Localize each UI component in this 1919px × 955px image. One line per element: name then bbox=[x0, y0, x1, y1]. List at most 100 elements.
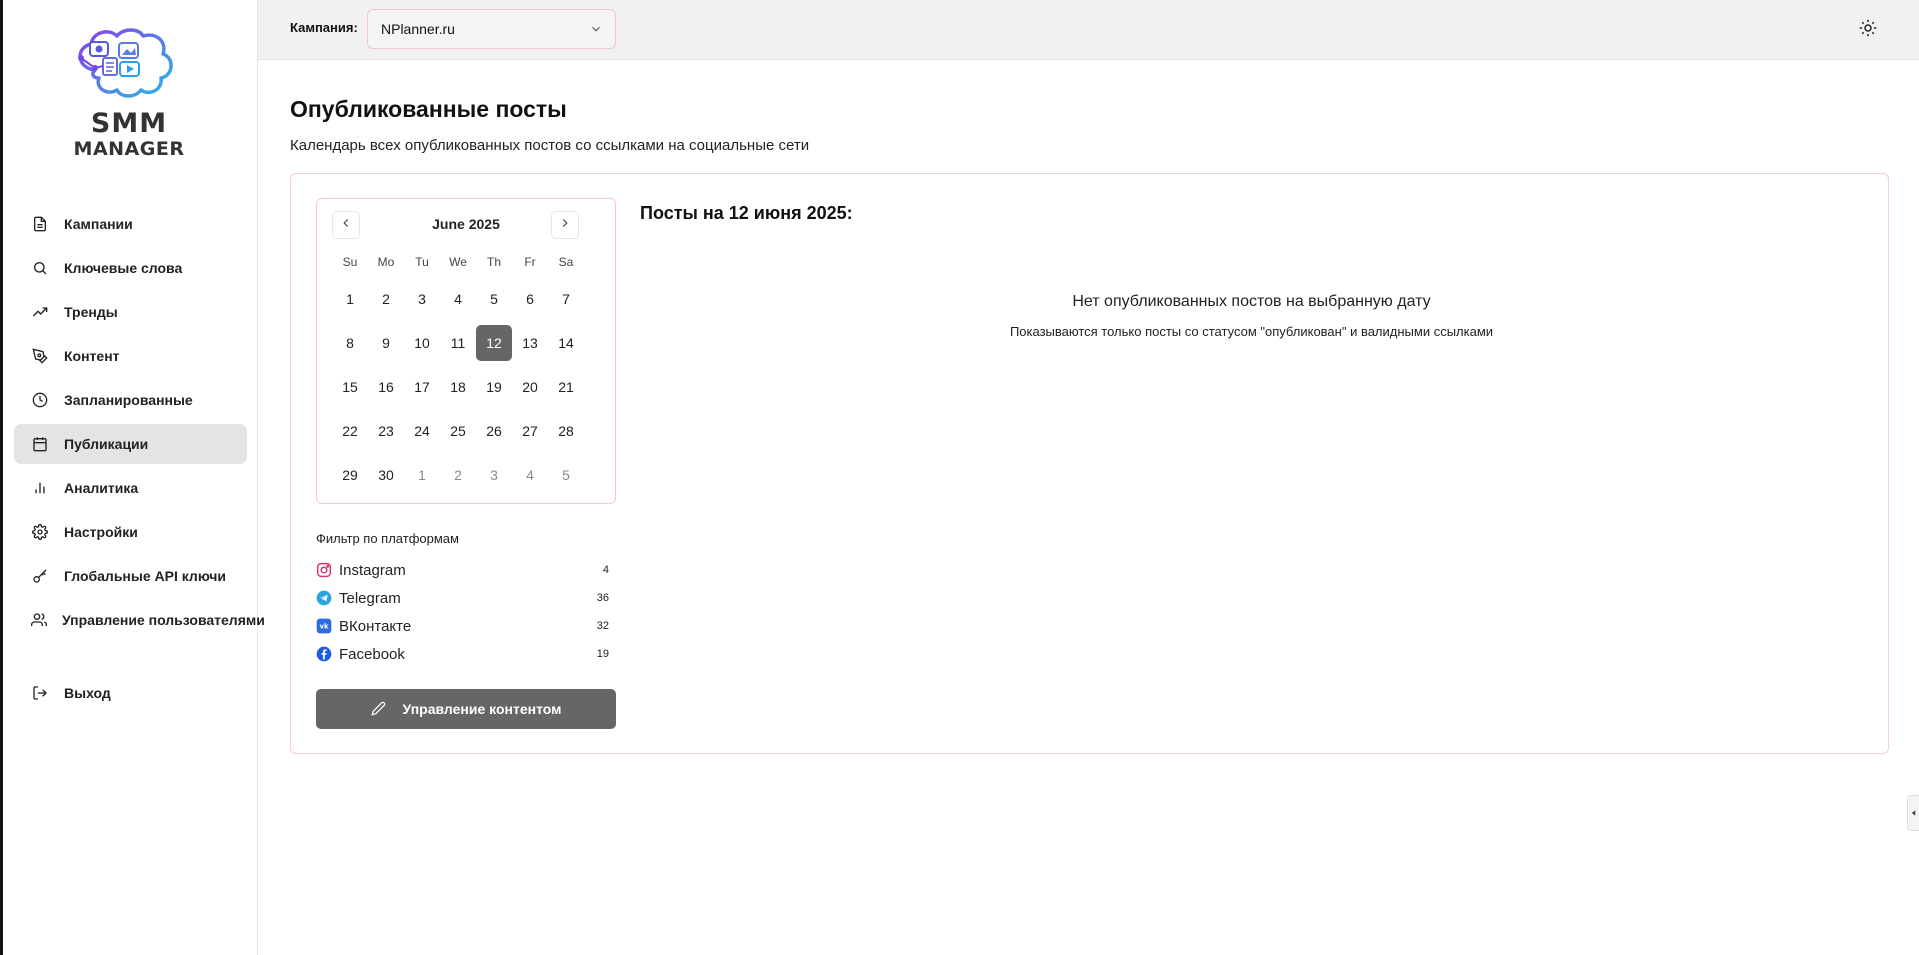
platform-count: 32 bbox=[596, 620, 609, 632]
calendar-day[interactable]: 19 bbox=[476, 369, 512, 405]
logo-text-smm: SMM bbox=[90, 108, 168, 139]
calendar-day[interactable]: 20 bbox=[512, 369, 548, 405]
platform-filter-telegram[interactable]: Telegram 36 bbox=[316, 584, 616, 612]
chevron-right-icon bbox=[558, 216, 572, 235]
calendar-day[interactable]: 24 bbox=[404, 413, 440, 449]
calendar-day[interactable]: 18 bbox=[440, 369, 476, 405]
calendar-day[interactable]: 2 bbox=[440, 457, 476, 493]
weekday-label: Sa bbox=[558, 255, 574, 269]
calendar-day[interactable]: 4 bbox=[440, 281, 476, 317]
manage-content-button[interactable]: Управление контентом bbox=[316, 689, 616, 729]
calendar-week-row: 22 23 24 25 26 27 28 bbox=[332, 413, 584, 457]
calendar-day[interactable]: 2 bbox=[368, 281, 404, 317]
calendar-day[interactable]: 7 bbox=[548, 281, 584, 317]
calendar-day[interactable]: 5 bbox=[476, 281, 512, 317]
sidebar-item-api-keys[interactable]: Глобальные API ключи bbox=[14, 556, 259, 596]
sidebar-item-settings[interactable]: Настройки bbox=[14, 512, 259, 552]
calendar-day[interactable]: 11 bbox=[440, 325, 476, 361]
sidebar-item-label: Управление пользователями bbox=[62, 612, 265, 628]
caret-left-icon bbox=[1910, 804, 1917, 822]
calendar-day[interactable]: 30 bbox=[368, 457, 404, 493]
platform-filter-facebook[interactable]: Facebook 19 bbox=[316, 640, 616, 668]
calendar-day[interactable]: 27 bbox=[512, 413, 548, 449]
calendar-day[interactable]: 4 bbox=[512, 457, 548, 493]
calendar-day[interactable]: 8 bbox=[332, 325, 368, 361]
calendar-day[interactable]: 23 bbox=[368, 413, 404, 449]
sidebar-item-content[interactable]: Контент bbox=[14, 336, 259, 376]
sidebar-item-label: Запланированные bbox=[64, 392, 193, 408]
campaign-select[interactable]: NPlanner.ru bbox=[367, 9, 616, 49]
platform-filter-instagram[interactable]: Instagram 4 bbox=[316, 556, 616, 584]
side-panel-toggle[interactable] bbox=[1907, 795, 1919, 831]
calendar-day[interactable]: 14 bbox=[548, 325, 584, 361]
calendar-day[interactable]: 25 bbox=[440, 413, 476, 449]
weekday-label: Su bbox=[342, 255, 358, 269]
logout-button[interactable]: Выход bbox=[14, 673, 111, 713]
sidebar: SMM MANAGER Кампании Ключевые слова Трен… bbox=[3, 0, 265, 955]
platform-filter-vk[interactable]: vk ВКонтакте 32 bbox=[316, 612, 616, 640]
weekday-header-row: Su Mo Tu We Th Fr Sa bbox=[332, 255, 584, 269]
trending-up-icon bbox=[31, 303, 49, 321]
calendar-day[interactable]: 17 bbox=[404, 369, 440, 405]
calendar-day[interactable]: 28 bbox=[548, 413, 584, 449]
calendar-day[interactable]: 29 bbox=[332, 457, 368, 493]
calendar-day[interactable]: 26 bbox=[476, 413, 512, 449]
page-subtitle: Календарь всех опубликованных постов со … bbox=[290, 137, 810, 154]
sidebar-item-analytics[interactable]: Аналитика bbox=[14, 468, 259, 508]
empty-state-message: Нет опубликованных постов на выбранную д… bbox=[1072, 293, 1431, 310]
posts-date-heading: Посты на 12 июня 2025: bbox=[640, 203, 853, 223]
sidebar-item-users[interactable]: Управление пользователями bbox=[14, 600, 265, 640]
calendar-day-selected[interactable]: 12 bbox=[476, 325, 512, 361]
top-bar: Кампания: NPlanner.ru bbox=[258, 0, 1919, 60]
document-icon bbox=[31, 215, 49, 233]
platform-count: 4 bbox=[602, 564, 609, 576]
theme-toggle-button[interactable] bbox=[1859, 19, 1879, 39]
calendar-day[interactable]: 21 bbox=[548, 369, 584, 405]
platform-name: Facebook bbox=[339, 645, 405, 663]
sidebar-item-trends[interactable]: Тренды bbox=[14, 292, 259, 332]
calendar-day[interactable]: 1 bbox=[332, 281, 368, 317]
search-icon bbox=[31, 259, 49, 277]
weekday-label: We bbox=[449, 255, 467, 269]
calendar-day[interactable]: 15 bbox=[332, 369, 368, 405]
platform-count: 36 bbox=[596, 592, 609, 604]
sidebar-item-campaigns[interactable]: Кампании bbox=[14, 204, 259, 244]
calendar-day[interactable]: 3 bbox=[404, 281, 440, 317]
calendar-day[interactable]: 5 bbox=[548, 457, 584, 493]
date-picker-calendar: June 2025 Su Mo Tu We Th Fr Sa 123456789… bbox=[316, 198, 616, 504]
weekday-label: Tu bbox=[415, 255, 429, 269]
calendar-day[interactable]: 1 bbox=[404, 457, 440, 493]
platform-name: Telegram bbox=[339, 589, 401, 607]
calendar-day[interactable]: 13 bbox=[512, 325, 548, 361]
sidebar-item-label: Контент bbox=[64, 348, 120, 364]
sun-icon bbox=[1859, 19, 1877, 41]
facebook-icon bbox=[316, 646, 332, 662]
clock-icon bbox=[31, 391, 49, 409]
key-icon bbox=[31, 567, 49, 585]
calendar-day[interactable]: 10 bbox=[404, 325, 440, 361]
pen-tool-icon bbox=[31, 347, 49, 365]
platform-name: ВКонтакте bbox=[339, 617, 412, 635]
weekday-label: Fr bbox=[524, 255, 536, 269]
calendar-day[interactable]: 16 bbox=[368, 369, 404, 405]
calendar-day[interactable]: 9 bbox=[368, 325, 404, 361]
sidebar-item-keywords[interactable]: Ключевые слова bbox=[14, 248, 259, 288]
calendar-week-row: 29 30 1 2 3 4 5 bbox=[332, 457, 584, 501]
next-month-button[interactable] bbox=[551, 211, 579, 239]
platform-name: Instagram bbox=[339, 561, 406, 579]
calendar-day[interactable]: 3 bbox=[476, 457, 512, 493]
sidebar-item-label: Глобальные API ключи bbox=[64, 568, 226, 584]
sidebar-item-scheduled[interactable]: Запланированные bbox=[14, 380, 259, 420]
sidebar-item-label: Публикации bbox=[64, 436, 149, 452]
sidebar-item-publications[interactable]: Публикации bbox=[14, 424, 247, 464]
bar-chart-icon bbox=[31, 479, 49, 497]
sidebar-nav: Кампании Ключевые слова Тренды Контент З… bbox=[14, 204, 265, 644]
app-logo: SMM MANAGER bbox=[65, 28, 193, 163]
calendar-day[interactable]: 22 bbox=[332, 413, 368, 449]
telegram-icon bbox=[316, 590, 332, 606]
calendar-day[interactable]: 6 bbox=[512, 281, 548, 317]
calendar-week-row: 15 16 17 18 19 20 21 bbox=[332, 369, 584, 413]
logout-label: Выход bbox=[64, 685, 111, 701]
calendar-icon bbox=[31, 435, 49, 453]
platform-filter-title: Фильтр по платформам bbox=[316, 531, 459, 546]
